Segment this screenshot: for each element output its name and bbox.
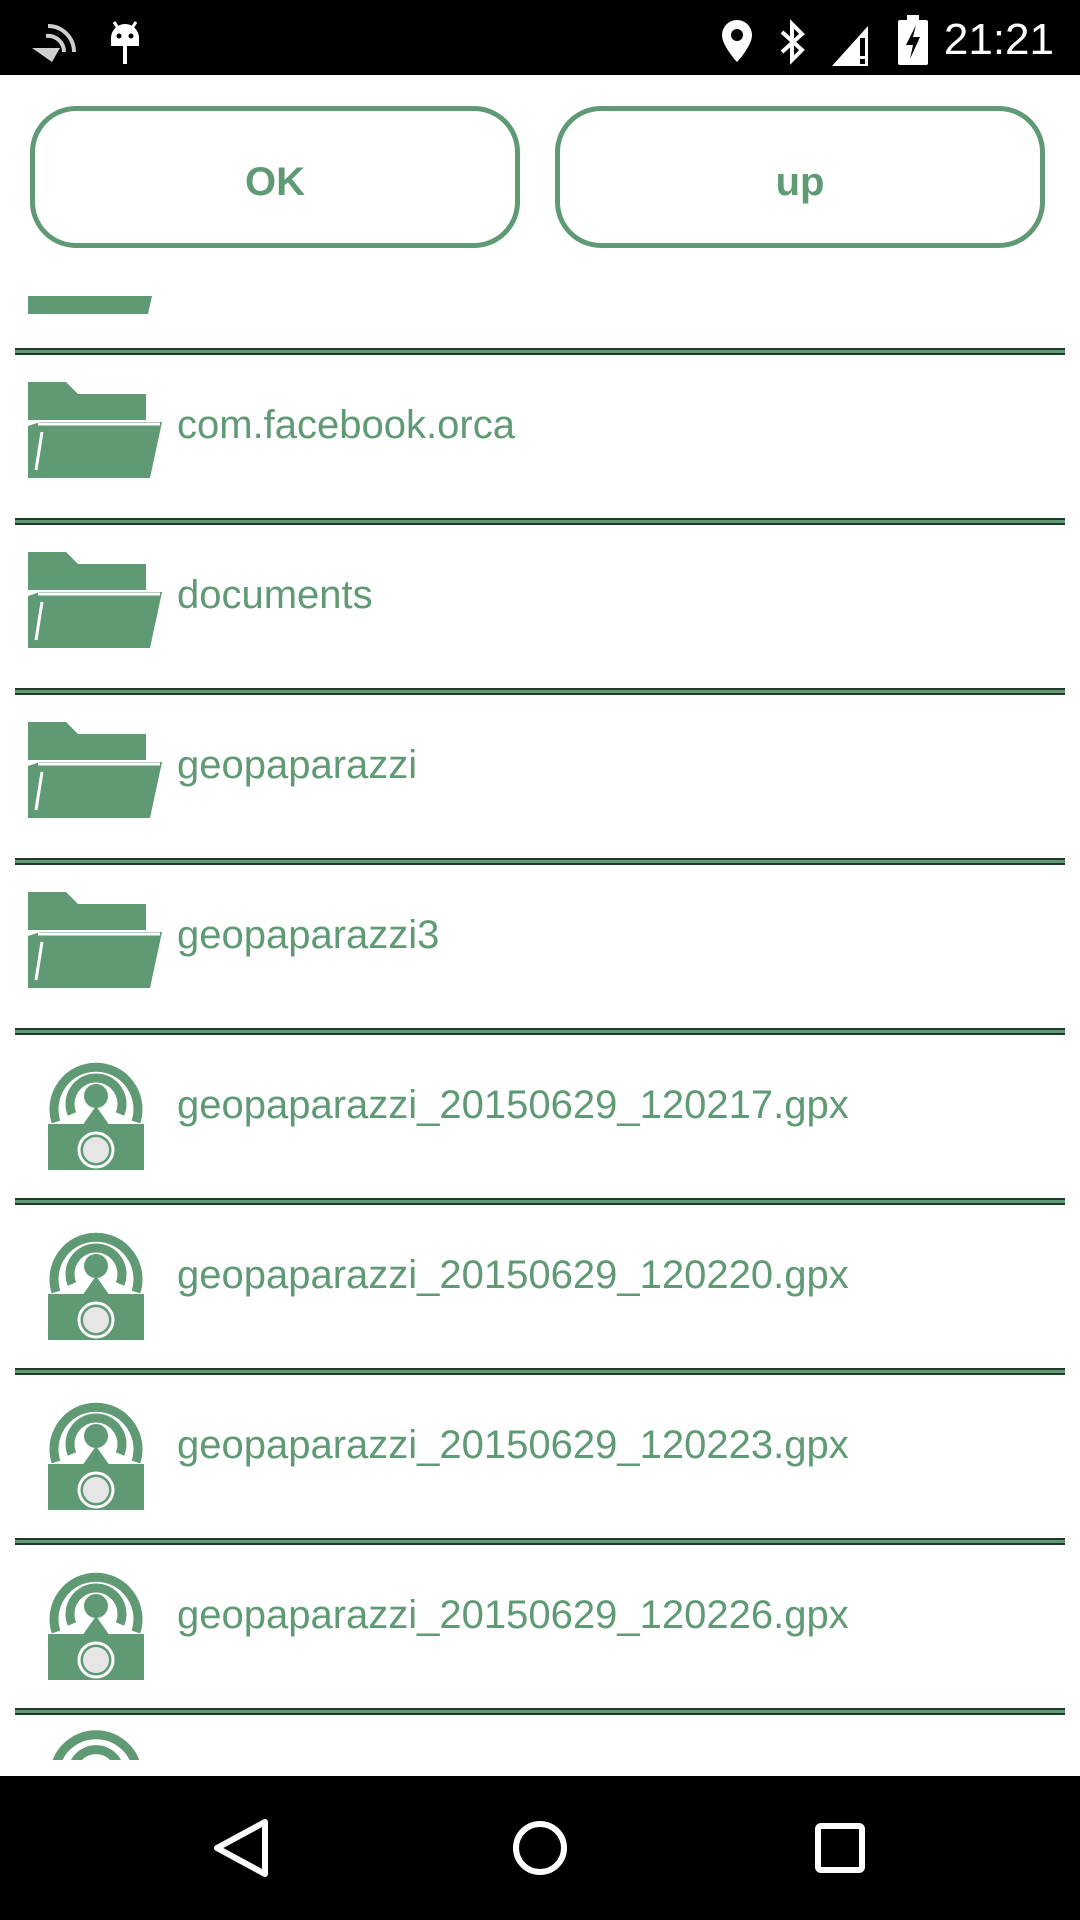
list-item[interactable]: geopaparazzi_20150629_120217.gpx (0, 1020, 1080, 1190)
gps-camera-icon (52, 1730, 140, 1760)
navigation-bar (0, 1776, 1080, 1920)
list-item[interactable]: geopaparazzi_20150629_120226.gpx (0, 1530, 1080, 1700)
recents-icon[interactable] (790, 1798, 890, 1898)
location-icon (722, 20, 752, 62)
item-name: geopaparazzi3 (177, 913, 440, 957)
android-debug-icon (111, 21, 139, 64)
clock: 21:21 (943, 15, 1054, 64)
home-icon[interactable] (490, 1798, 590, 1898)
list-item[interactable]: com.facebook.orca (0, 340, 1080, 510)
list-item[interactable]: geopaparazzi (0, 680, 1080, 850)
folder-icon (28, 722, 162, 818)
battery-icon (898, 15, 928, 65)
item-name: documents (177, 573, 373, 617)
list-item[interactable]: geopaparazzi3 (0, 850, 1080, 1020)
signal-icon (832, 26, 868, 66)
gps-camera-icon (48, 1062, 144, 1170)
list-item[interactable]: documents (0, 510, 1080, 680)
up-button[interactable]: up (555, 106, 1045, 248)
folder-icon (28, 892, 162, 988)
item-name: geopaparazzi_20150629_120217.gpx (177, 1083, 849, 1127)
nfc-icon (32, 24, 76, 62)
status-bar: 21:21 (0, 0, 1080, 75)
back-icon[interactable] (191, 1798, 291, 1898)
divider (15, 1708, 1065, 1716)
list-item[interactable]: geopaparazzi_20150629_120220.gpx (0, 1190, 1080, 1360)
gps-camera-icon (48, 1572, 144, 1680)
list-item[interactable]: geopaparazzi_20150629_120223.gpx (0, 1360, 1080, 1530)
ok-button[interactable]: OK (30, 106, 520, 248)
file-list[interactable]: com.facebook.orca documents geopaparazzi… (0, 296, 1080, 1760)
folder-icon (28, 552, 162, 648)
bluetooth-icon (780, 19, 805, 65)
item-name: com.facebook.orca (177, 403, 515, 447)
item-name: geopaparazzi_20150629_120220.gpx (177, 1253, 849, 1297)
gps-camera-icon (48, 1232, 144, 1340)
folder-icon (28, 382, 162, 478)
item-name: geopaparazzi (177, 743, 418, 787)
gps-camera-icon (48, 1402, 144, 1510)
folder-icon (28, 296, 152, 314)
item-name: geopaparazzi_20150629_120226.gpx (177, 1593, 849, 1637)
item-name: geopaparazzi_20150629_120223.gpx (177, 1423, 849, 1467)
